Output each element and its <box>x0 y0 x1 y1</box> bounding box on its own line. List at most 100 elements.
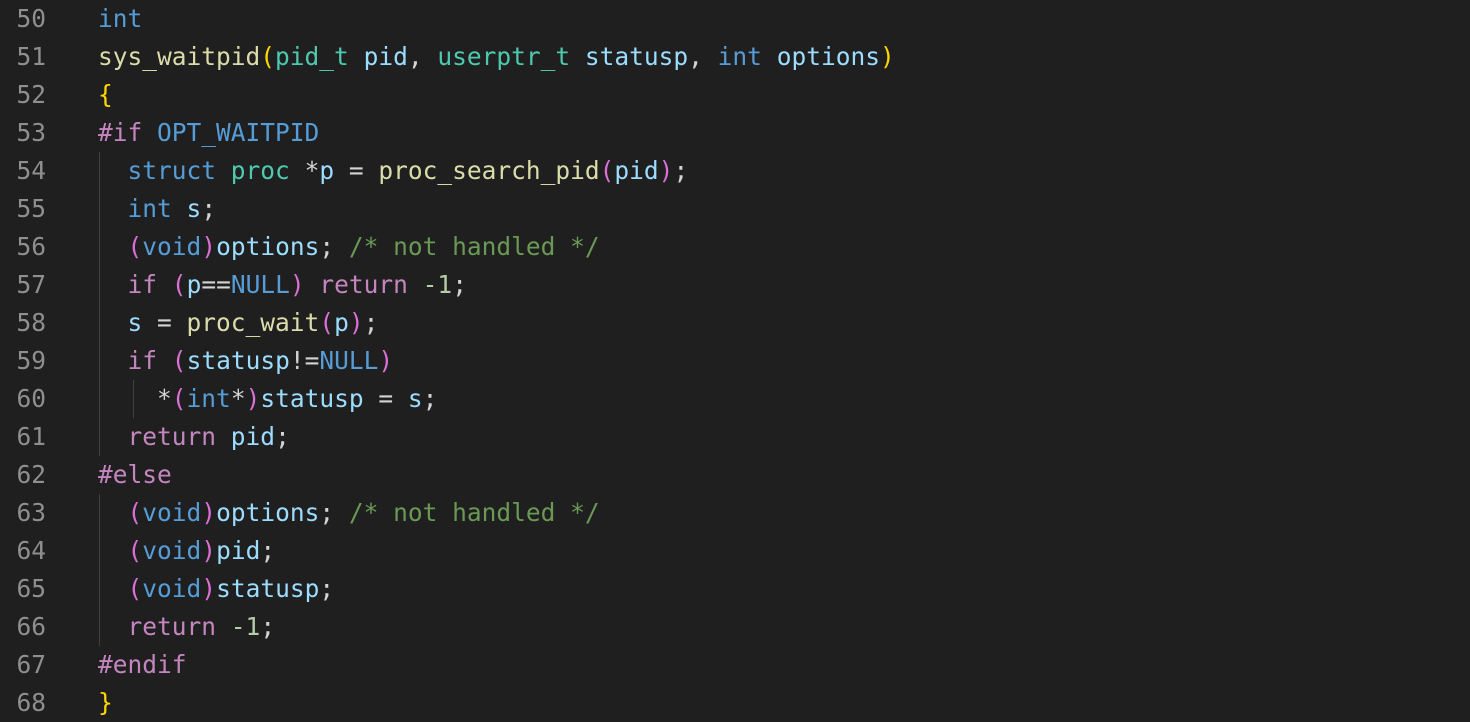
code-token: struct <box>127 156 217 185</box>
code-text: (void)pid; <box>98 532 276 570</box>
code-line[interactable]: 68} <box>0 684 1470 722</box>
code-token: OPT_WAITPID <box>157 118 320 147</box>
code-token: ( <box>599 156 615 185</box>
line-number: 56 <box>16 232 46 261</box>
code-token: * <box>230 384 246 413</box>
code-token: p <box>319 156 335 185</box>
code-token: ) <box>378 346 394 375</box>
code-line[interactable]: 61 return pid; <box>0 418 1470 456</box>
code-token: ( <box>171 346 187 375</box>
code-token: ( <box>171 384 187 413</box>
line-number: 62 <box>16 460 46 489</box>
code-token: #if <box>98 118 143 147</box>
code-line[interactable]: 52 { <box>0 76 1470 114</box>
line-number: 54 <box>16 156 46 185</box>
code-token: s <box>407 384 423 413</box>
code-token: ) <box>658 156 674 185</box>
code-line[interactable]: 50 int <box>0 0 1470 38</box>
code-token: ) <box>201 536 217 565</box>
code-token: void <box>142 498 202 527</box>
code-token: void <box>142 574 202 603</box>
code-token: if <box>127 270 158 299</box>
code-line[interactable]: 65 (void)statusp; <box>0 570 1470 608</box>
code-token: pid <box>216 536 261 565</box>
code-line[interactable]: 57 if (p==NULL) return -1; <box>0 266 1470 304</box>
code-line[interactable]: 56 (void)options; /* not handled */ <box>0 228 1470 266</box>
code-line[interactable]: 66 return -1; <box>0 608 1470 646</box>
line-number: 63 <box>16 498 46 527</box>
code-token: statusp <box>216 574 320 603</box>
code-editor[interactable]: 50 int 51 sys_waitpid(pid_t pid, userptr_t … <box>0 0 1470 722</box>
code-line[interactable]: 53 #if OPT_WAITPID <box>0 114 1470 152</box>
code-token: ; <box>260 612 276 641</box>
line-number: 65 <box>16 574 46 603</box>
code-token: != <box>289 346 320 375</box>
code-token: options <box>776 42 880 71</box>
code-token: ) <box>289 270 305 299</box>
code-token: void <box>142 232 202 261</box>
code-token: == <box>201 270 231 299</box>
code-token: ( <box>127 232 143 261</box>
code-text: return pid; <box>98 418 290 456</box>
code-token: int <box>186 384 231 413</box>
code-line[interactable]: 62 #else <box>0 456 1470 494</box>
code-token: void <box>142 536 202 565</box>
code-token: int <box>98 4 143 33</box>
code-token: ( <box>127 536 143 565</box>
code-text: return -1; <box>98 608 276 646</box>
code-line[interactable]: 51 sys_waitpid(pid_t pid, userptr_t statu… <box>0 38 1470 76</box>
code-token: #else <box>98 460 172 489</box>
code-token: * <box>157 384 172 413</box>
code-token: ; <box>452 270 467 299</box>
code-token: ( <box>319 308 335 337</box>
code-token: ; <box>319 232 349 261</box>
code-token: statusp <box>584 42 689 71</box>
code-line[interactable]: 60 *(int*)statusp = s; <box>0 380 1470 418</box>
code-token: -1 <box>230 612 261 641</box>
code-token: NULL <box>230 270 290 299</box>
code-line[interactable]: 59 if (statusp!=NULL) <box>0 342 1470 380</box>
code-token: /* not handled */ <box>348 232 600 261</box>
code-text: struct proc *p = proc_search_pid(pid); <box>98 152 689 190</box>
code-line[interactable]: 55 int s; <box>0 190 1470 228</box>
code-text: sys_waitpid(pid_t pid, userptr_t statusp… <box>98 38 895 76</box>
code-token: { <box>98 80 113 109</box>
line-number: 66 <box>16 612 46 641</box>
code-token: pid <box>230 422 276 451</box>
code-text: if (p==NULL) return -1; <box>98 266 467 304</box>
code-token: sys_waitpid <box>98 42 261 71</box>
code-token: s <box>186 194 202 223</box>
code-token: ; <box>673 156 689 185</box>
line-number: 59 <box>16 346 46 375</box>
code-line[interactable]: 67 #endif <box>0 646 1470 684</box>
code-text: #endif <box>98 646 187 684</box>
line-number: 55 <box>16 194 46 223</box>
code-token: ; <box>275 422 290 451</box>
code-token: int <box>127 194 172 223</box>
code-line[interactable]: 54 struct proc *p = proc_search_pid(pid)… <box>0 152 1470 190</box>
code-line[interactable]: 64 (void)pid; <box>0 532 1470 570</box>
code-token: pid <box>363 42 408 71</box>
code-token: return <box>127 612 217 641</box>
line-number: 50 <box>16 4 46 33</box>
line-number: 60 <box>16 384 46 413</box>
code-token: if <box>127 346 158 375</box>
code-line[interactable]: 63 (void)options; /* not handled */ <box>0 494 1470 532</box>
code-token: ) <box>201 232 217 261</box>
code-text: int s; <box>98 190 217 228</box>
code-text: (void)statusp; <box>98 570 335 608</box>
code-line[interactable]: 58 s = proc_wait(p); <box>0 304 1470 342</box>
code-token: -1 <box>422 270 453 299</box>
code-token: return <box>127 422 217 451</box>
code-token: ) <box>348 308 364 337</box>
